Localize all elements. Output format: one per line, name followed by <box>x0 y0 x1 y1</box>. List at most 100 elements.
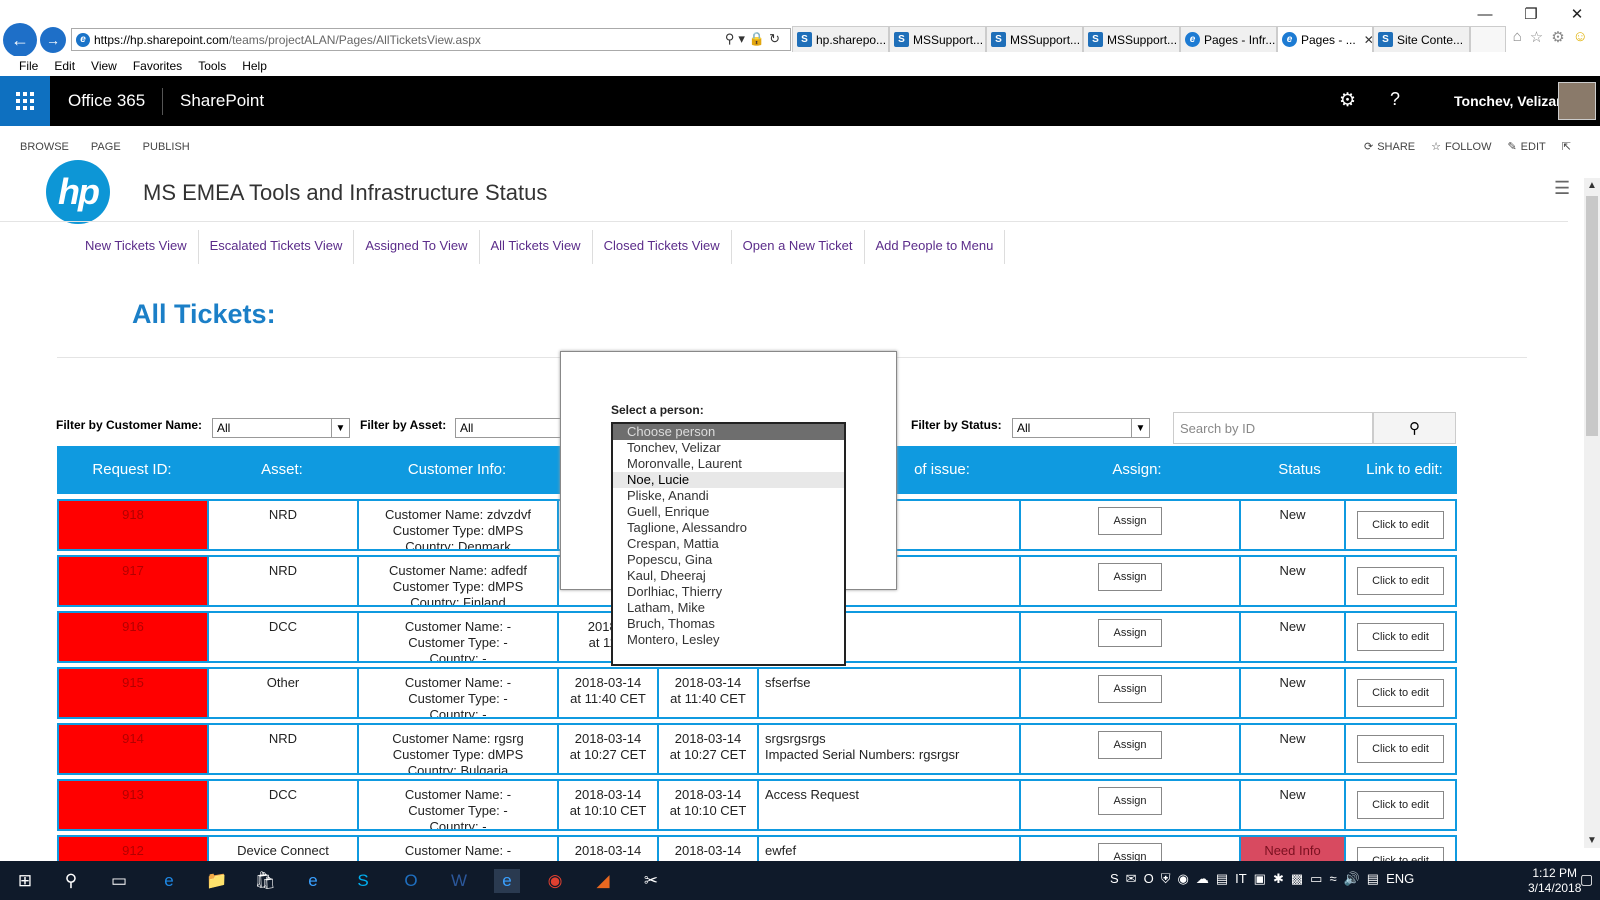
tab-close-icon[interactable]: ✕ <box>1364 33 1372 47</box>
nav-link-assigned-to-view[interactable]: Assigned To View <box>354 230 480 264</box>
browser-tab[interactable]: e Pages - Infr... <box>1180 26 1277 52</box>
assign-button[interactable]: Assign <box>1098 619 1162 647</box>
person-option[interactable]: Noe, Lucie <box>613 472 844 488</box>
menu-item-favorites[interactable]: Favorites <box>133 59 182 73</box>
nav-link-all-tickets-view[interactable]: All Tickets View <box>480 230 593 264</box>
assign-button[interactable]: Assign <box>1098 787 1162 815</box>
address-bar[interactable]: e https://hp.sharepoint.com/teams/projec… <box>71 28 791 51</box>
office365-link[interactable]: Office 365 <box>68 91 145 111</box>
click-to-edit-button[interactable]: Click to edit <box>1357 623 1444 651</box>
outlook-tray-icon[interactable]: O <box>1144 871 1154 887</box>
file-explorer-icon[interactable]: 📁 <box>204 869 230 893</box>
smiley-icon[interactable]: ☺ <box>1573 28 1588 46</box>
search-button[interactable]: ⚲ <box>1373 412 1456 444</box>
favorites-star-icon[interactable]: ☆ <box>1530 28 1543 46</box>
filter-customer-select[interactable]: All ▼ <box>212 418 350 438</box>
chrome-icon[interactable]: ◉ <box>542 869 568 893</box>
assign-button[interactable]: Assign <box>1098 675 1162 703</box>
language-indicator[interactable]: ENG <box>1386 871 1414 887</box>
device-icon[interactable]: ▩ <box>1291 871 1303 887</box>
bluetooth-icon[interactable]: ✱ <box>1273 871 1284 887</box>
skype-icon[interactable]: S <box>350 869 376 893</box>
scroll-down-icon[interactable]: ▼ <box>1587 835 1597 846</box>
assign-button[interactable]: Assign <box>1098 563 1162 591</box>
word-icon[interactable]: W <box>446 869 472 893</box>
follow-button[interactable]: ☆ FOLLOW <box>1431 140 1491 154</box>
edit-button[interactable]: ✎ EDIT <box>1507 140 1545 154</box>
browser-tab[interactable]: e Pages - ... ✕ <box>1277 26 1373 52</box>
chrome-tray-icon[interactable]: ◉ <box>1177 871 1188 887</box>
menu-item-view[interactable]: View <box>91 59 117 73</box>
visual-studio-icon[interactable]: ◢ <box>590 869 616 893</box>
person-option[interactable]: Bruch, Thomas <box>613 616 844 632</box>
browser-tab[interactable]: Shp.sharepo... <box>792 26 889 52</box>
person-option[interactable]: Montero, Lesley <box>613 632 844 648</box>
hp-logo[interactable]: hp <box>46 160 110 224</box>
skype-tray-icon[interactable]: S <box>1110 871 1119 887</box>
menu-item-edit[interactable]: Edit <box>54 59 75 73</box>
snipping-tool-icon[interactable]: ✂ <box>638 869 664 893</box>
back-button[interactable]: ← <box>3 23 37 57</box>
nav-link-new-tickets-view[interactable]: New Tickets View <box>74 230 199 264</box>
person-listbox[interactable]: Choose person Tonchev, Velizar Moronvalle,… <box>611 422 846 666</box>
settings-icon[interactable]: ⚙ <box>1339 89 1356 112</box>
menu-item-tools[interactable]: Tools <box>198 59 226 73</box>
vertical-scrollbar[interactable]: ▲ ▼ <box>1584 178 1600 848</box>
settings-gear-icon[interactable]: ⚙ <box>1551 28 1564 46</box>
ribbon-tab-publish[interactable]: PUBLISH <box>143 141 190 153</box>
person-option[interactable]: Moronvalle, Laurent <box>613 456 844 472</box>
person-option[interactable]: Pliske, Anandi <box>613 488 844 504</box>
click-to-edit-button[interactable]: Click to edit <box>1357 735 1444 763</box>
shield-icon[interactable]: ⛨ <box>1161 871 1171 887</box>
clock[interactable]: 1:12 PM 3/14/2018 <box>1528 866 1581 896</box>
help-icon[interactable]: ? <box>1390 89 1400 110</box>
ribbon-tab-browse[interactable]: BROWSE <box>20 141 69 153</box>
person-option[interactable]: Kaul, Dheeraj <box>613 568 844 584</box>
person-option[interactable]: Guell, Enrique <box>613 504 844 520</box>
app-tray-icon[interactable]: ▤ <box>1216 871 1228 887</box>
browser-tab[interactable]: S MSSupport... <box>889 26 986 52</box>
search-icon[interactable]: ⚲ <box>58 869 84 893</box>
person-option[interactable]: Dorlhiac, Thierry <box>613 584 844 600</box>
hamburger-menu-icon[interactable]: ☰ <box>1554 178 1570 199</box>
notifications-icon[interactable]: ▢ <box>1580 871 1593 888</box>
battery-icon[interactable]: ▭ <box>1310 871 1322 887</box>
network-tray-icon[interactable]: ▣ <box>1254 871 1266 887</box>
person-option[interactable]: Tonchev, Velizar <box>613 440 844 456</box>
click-to-edit-button[interactable]: Click to edit <box>1357 679 1444 707</box>
avatar[interactable] <box>1558 82 1596 120</box>
new-tab-button[interactable] <box>1470 26 1506 52</box>
store-icon[interactable]: 🛍 <box>252 869 278 893</box>
person-option[interactable]: Taglione, Alessandro <box>613 520 844 536</box>
outlook-icon[interactable]: O <box>398 869 424 893</box>
site-title[interactable]: MS EMEA Tools and Infrastructure Status <box>143 180 547 206</box>
volume-icon[interactable]: 🔊 <box>1344 871 1360 887</box>
share-button[interactable]: ⟳ SHARE <box>1364 140 1415 154</box>
browser-tab[interactable]: S MSSupport... <box>986 26 1083 52</box>
nav-link-add-people-to-menu[interactable]: Add People to Menu <box>865 230 1006 264</box>
action-center-icon[interactable]: ▤ <box>1367 871 1379 887</box>
task-view-icon[interactable]: ▭ <box>106 869 132 893</box>
menu-item-help[interactable]: Help <box>242 59 267 73</box>
sharepoint-link[interactable]: SharePoint <box>180 91 264 111</box>
assign-button[interactable]: Assign <box>1098 507 1162 535</box>
search-input[interactable]: Search by ID <box>1173 412 1373 444</box>
app-launcher-icon[interactable] <box>0 76 50 126</box>
scroll-thumb[interactable] <box>1586 196 1598 436</box>
nav-link-closed-tickets-view[interactable]: Closed Tickets View <box>593 230 732 264</box>
person-option[interactable]: Latham, Mike <box>613 600 844 616</box>
wifi-icon[interactable]: ≈ <box>1329 871 1336 887</box>
assign-button[interactable]: Assign <box>1098 731 1162 759</box>
click-to-edit-button[interactable]: Click to edit <box>1357 511 1444 539</box>
ribbon-tab-page[interactable]: PAGE <box>91 141 121 153</box>
mail-tray-icon[interactable]: ✉ <box>1126 871 1137 887</box>
internet-explorer-icon[interactable]: e <box>300 869 326 893</box>
windows-start-icon[interactable]: ⊞ <box>12 869 38 893</box>
nav-link-open-a-new-ticket[interactable]: Open a New Ticket <box>732 230 865 264</box>
filter-status-select[interactable]: All ▼ <box>1012 418 1150 438</box>
nav-link-escalated-tickets-view[interactable]: Escalated Tickets View <box>199 230 355 264</box>
focus-icon[interactable]: ⇱ <box>1562 140 1571 153</box>
filter-asset-select[interactable]: All <box>455 418 565 438</box>
it-tray-icon[interactable]: IT <box>1235 871 1247 887</box>
click-to-edit-button[interactable]: Click to edit <box>1357 567 1444 595</box>
